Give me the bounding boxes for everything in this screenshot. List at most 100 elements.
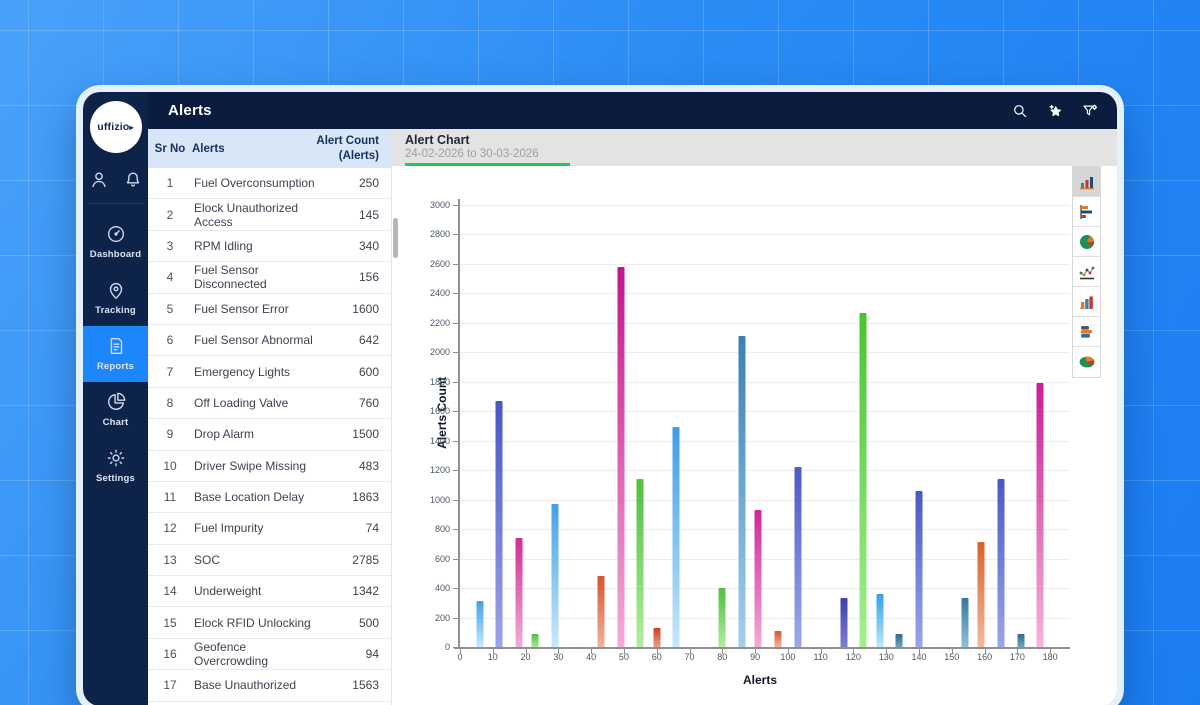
- table-row[interactable]: 17 Base Unauthorized 1563: [148, 670, 391, 702]
- cell-alert-count: 340: [358, 238, 379, 253]
- cell-alert-count: 600: [358, 364, 379, 379]
- cell-alert-count: 483: [358, 458, 379, 473]
- table-row[interactable]: 2 Elock Unauthorized Access 145: [148, 199, 391, 231]
- table-row[interactable]: 13 SOC 2785: [148, 544, 391, 577]
- y-tick-label: 1600: [429, 406, 450, 417]
- y-tick-mark: [453, 647, 458, 648]
- y-tick-label: 2200: [429, 317, 450, 328]
- y-tick-label: 2600: [429, 258, 450, 269]
- window-header: Alerts: [148, 92, 1117, 129]
- table-row[interactable]: 12 Fuel Impurity 74: [148, 513, 391, 545]
- x-tick-label: 140: [911, 652, 927, 662]
- cell-srno: 5: [166, 301, 174, 316]
- column-3d-chart-button[interactable]: [1073, 287, 1100, 317]
- chart-bar: [961, 598, 969, 647]
- line-chart-button[interactable]: [1073, 257, 1100, 287]
- pie-chart-button[interactable]: [1073, 227, 1100, 257]
- cell-srno: 9: [166, 427, 174, 442]
- cell-alert-count: 145: [358, 207, 379, 222]
- chart-bar: [977, 542, 985, 647]
- sidebar-item-tracking[interactable]: Tracking: [83, 270, 148, 326]
- chart-bar: [597, 576, 605, 647]
- cell-alert-count: 1863: [352, 490, 379, 505]
- cell-alert-name: SOC: [194, 552, 221, 567]
- cell-alert-name: Fuel Overconsumption: [194, 176, 315, 191]
- table-row[interactable]: 15 Elock RFID Unlocking 500: [148, 607, 391, 639]
- cell-alert-name: Fuel Sensor Abnormal: [194, 333, 313, 348]
- y-tick-mark: [453, 293, 458, 295]
- gridline: [460, 352, 1070, 354]
- y-axis-line: [458, 199, 460, 649]
- cell-srno: 14: [163, 584, 177, 599]
- column-chart-button[interactable]: [1073, 167, 1100, 197]
- x-axis-title: Alerts: [742, 673, 778, 687]
- y-tick-mark: [453, 558, 458, 560]
- x-tick-label: 110: [813, 652, 828, 662]
- chart-bar: [1036, 383, 1044, 647]
- app-window: uffizio▸ Dashboard Tracking Reports Chart Se…: [76, 85, 1124, 705]
- y-tick-label: 400: [434, 583, 450, 594]
- y-tick-mark: [453, 381, 458, 383]
- x-tick-label: 50: [618, 652, 629, 662]
- filter-funnel-icon[interactable]: [1081, 102, 1099, 120]
- cell-srno: 12: [163, 521, 177, 536]
- favorite-star-icon[interactable]: [1046, 102, 1064, 120]
- table-row[interactable]: 5 Fuel Sensor Error 1600: [148, 293, 391, 325]
- gridline: [460, 234, 1070, 236]
- hbar-chart-button[interactable]: [1073, 197, 1100, 227]
- gridline: [460, 470, 1070, 472]
- desktop-background: uffizio▸ Dashboard Tracking Reports Chart Se…: [0, 0, 1200, 705]
- table-row[interactable]: 7 Emergency Lights 600: [148, 356, 391, 388]
- cell-alert-name: Emergency Lights: [194, 364, 291, 379]
- cell-alert-name: Underweight: [194, 584, 262, 599]
- brand-logo[interactable]: uffizio▸: [89, 101, 142, 153]
- y-tick-mark: [453, 529, 458, 531]
- x-tick-label: 10: [487, 652, 498, 662]
- reports-icon: [110, 337, 122, 355]
- user-icon[interactable]: [88, 169, 110, 191]
- y-tick-label: 2000: [429, 347, 450, 358]
- bell-icon[interactable]: [122, 169, 144, 191]
- y-tick-mark: [453, 263, 458, 265]
- sidebar-item-dashboard[interactable]: Dashboard: [83, 214, 148, 270]
- table-row[interactable]: 8 Off Loading Valve 760: [148, 387, 391, 420]
- chart-bar: [653, 627, 661, 647]
- y-tick-label: 1800: [429, 376, 450, 387]
- gridline: [460, 440, 1070, 442]
- table-row[interactable]: 6 Fuel Sensor Abnormal 642: [148, 324, 391, 357]
- table-scrollbar-thumb[interactable]: [393, 218, 398, 258]
- x-tick-label: 30: [553, 652, 564, 662]
- chart-type-toolbar: [1072, 166, 1101, 378]
- sidebar-item-settings[interactable]: Settings: [83, 438, 148, 494]
- table-row[interactable]: 11 Base Location Delay 1863: [148, 481, 391, 514]
- hbar-3d-chart-button[interactable]: [1073, 317, 1100, 347]
- chart-bar: [840, 598, 848, 647]
- alert-chart-panel: Alert Chart 24-02-2026 to 30-03-2026 Ale…: [392, 129, 1117, 705]
- cell-alert-name: Drop Alarm: [194, 427, 255, 442]
- table-row[interactable]: 16 Geofence Overcrowding 94: [148, 638, 391, 671]
- cell-alert-name: Fuel Sensor Error: [194, 301, 289, 316]
- sidebar-item-reports[interactable]: Reports: [83, 326, 148, 382]
- gridline: [460, 205, 1070, 206]
- cell-alert-name: RPM Idling: [194, 238, 253, 253]
- sidebar-item-chart[interactable]: Chart: [83, 382, 148, 438]
- tracking-icon: [109, 282, 122, 299]
- table-row[interactable]: 10 Driver Swipe Missing 483: [148, 450, 391, 482]
- table-row[interactable]: 4 Fuel Sensor Disconnected 156: [148, 262, 391, 294]
- chart-bar: [636, 479, 644, 647]
- cell-srno: 3: [166, 238, 174, 253]
- pie-3d-chart-button[interactable]: [1073, 347, 1100, 377]
- chart-date-range: 24-02-2026 to 30-03-2026: [405, 148, 539, 160]
- y-tick-label: 0: [444, 642, 450, 652]
- table-row[interactable]: 3 RPM Idling 340: [148, 230, 391, 263]
- sidebar-item-label: Chart: [102, 417, 129, 428]
- table-row[interactable]: 14 Underweight 1342: [148, 576, 391, 608]
- cell-alert-name: Fuel Sensor Disconnected: [194, 263, 267, 292]
- search-icon[interactable]: [1011, 102, 1029, 120]
- cell-srno: 8: [166, 395, 174, 410]
- table-row[interactable]: 9 Drop Alarm 1500: [148, 419, 391, 451]
- y-tick-label: 1000: [429, 494, 450, 505]
- y-tick-label: 600: [434, 553, 450, 564]
- table-row[interactable]: 1 Fuel Overconsumption 250: [148, 168, 391, 200]
- brand-logo-text: uffizio▸: [97, 121, 134, 133]
